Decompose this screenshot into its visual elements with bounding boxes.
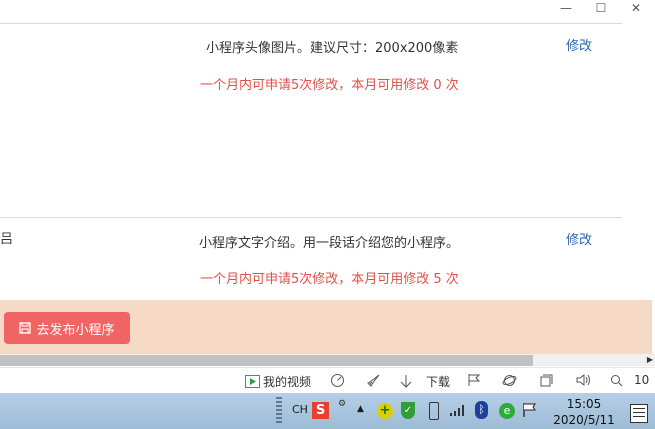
tray-expand-icon[interactable]: ▲ [357, 404, 364, 414]
clock-date: 2020/5/11 [553, 413, 615, 427]
divider [0, 23, 622, 24]
download-arrow-icon [400, 375, 412, 388]
horizontal-scrollbar[interactable]: ▶ [0, 354, 655, 366]
row-label-fragment: 吕 [0, 232, 14, 247]
magnifier-icon [611, 374, 623, 386]
zoom-level: 10 [634, 373, 650, 387]
download-label: 下载 [426, 375, 451, 389]
zoom-button[interactable]: 10 [610, 373, 649, 387]
my-video-label: 我的视频 [263, 375, 312, 389]
close-button[interactable]: ✕ [619, 0, 653, 16]
battery-icon[interactable] [429, 402, 439, 420]
ie-button[interactable] [502, 373, 517, 388]
download-button[interactable]: 下载 [399, 373, 450, 390]
shield-icon[interactable]: ✓ [401, 402, 415, 419]
ime-indicator[interactable]: CH [292, 403, 308, 416]
publish-button[interactable]: 去发布小程序 [4, 312, 130, 344]
notification-panel-icon[interactable] [630, 404, 648, 423]
bluetooth-icon[interactable]: ᛒ [475, 401, 488, 419]
scroll-right-icon[interactable]: ▶ [647, 354, 653, 366]
security-plus-icon[interactable]: + [377, 403, 393, 419]
publish-label: 去发布小程序 [36, 322, 115, 338]
close-icon: ✕ [630, 1, 642, 15]
intro-modify-limit: 一个月内可申请5次修改，本月可用修改 5 次 [200, 272, 459, 287]
clock-time: 15:05 [566, 397, 602, 411]
ie-icon [502, 375, 517, 386]
flag-icon [468, 374, 481, 386]
maximize-button[interactable]: ☐ [584, 0, 618, 16]
speaker-icon [576, 374, 590, 386]
intro-description: 小程序文字介绍。用一段话介绍您的小程序。 [199, 236, 460, 251]
taskbar-clock[interactable]: 15:05 2020/5/11 [545, 396, 623, 428]
sogou-ime-icon[interactable]: S [312, 402, 329, 419]
publish-footer: 去发布小程序 [0, 300, 652, 354]
sound-button[interactable] [576, 373, 592, 387]
avatar-description: 小程序头像图片。建议尺寸：200x200像素 [206, 41, 459, 56]
taskbar-grip[interactable] [276, 397, 282, 425]
video-play-icon [245, 375, 260, 388]
my-video-button[interactable]: 我的视频 [245, 373, 311, 390]
action-center-flag-icon[interactable] [522, 402, 538, 418]
modify-avatar-link[interactable]: 修改 [566, 35, 592, 54]
browser-status-bar: 我的视频 下载 10 [0, 367, 655, 394]
scrollbar-thumb[interactable] [0, 355, 533, 366]
signal-icon[interactable] [449, 403, 466, 417]
save-icon [19, 322, 32, 334]
windows-taskbar: CH S ⚙ ▲ + ✓ ᛒ e 15:05 2020/5/11 [0, 393, 655, 429]
speedometer-icon [331, 374, 344, 387]
minimize-icon: — [560, 1, 572, 15]
settings-content: 小程序头像图片。建议尺寸：200x200像素 修改 一个月内可申请5次修改，本月… [0, 22, 650, 300]
window-restore-icon [540, 374, 553, 387]
speedup-button[interactable] [330, 373, 345, 388]
tray-settings-icon[interactable]: ⚙ [338, 399, 346, 409]
modify-intro-link[interactable]: 修改 [566, 229, 592, 248]
rocket-icon [367, 374, 380, 387]
window-button[interactable] [539, 373, 553, 387]
divider [0, 217, 622, 218]
browser-e-icon[interactable]: e [499, 403, 515, 419]
avatar-modify-limit: 一个月内可申请5次修改，本月可用修改 0 次 [200, 78, 459, 93]
minimize-button[interactable]: — [549, 0, 583, 16]
flag-button[interactable] [467, 373, 481, 387]
rocket-button[interactable] [366, 373, 381, 388]
maximize-icon: ☐ [595, 1, 607, 15]
window-titlebar: — ☐ ✕ [0, 0, 655, 22]
